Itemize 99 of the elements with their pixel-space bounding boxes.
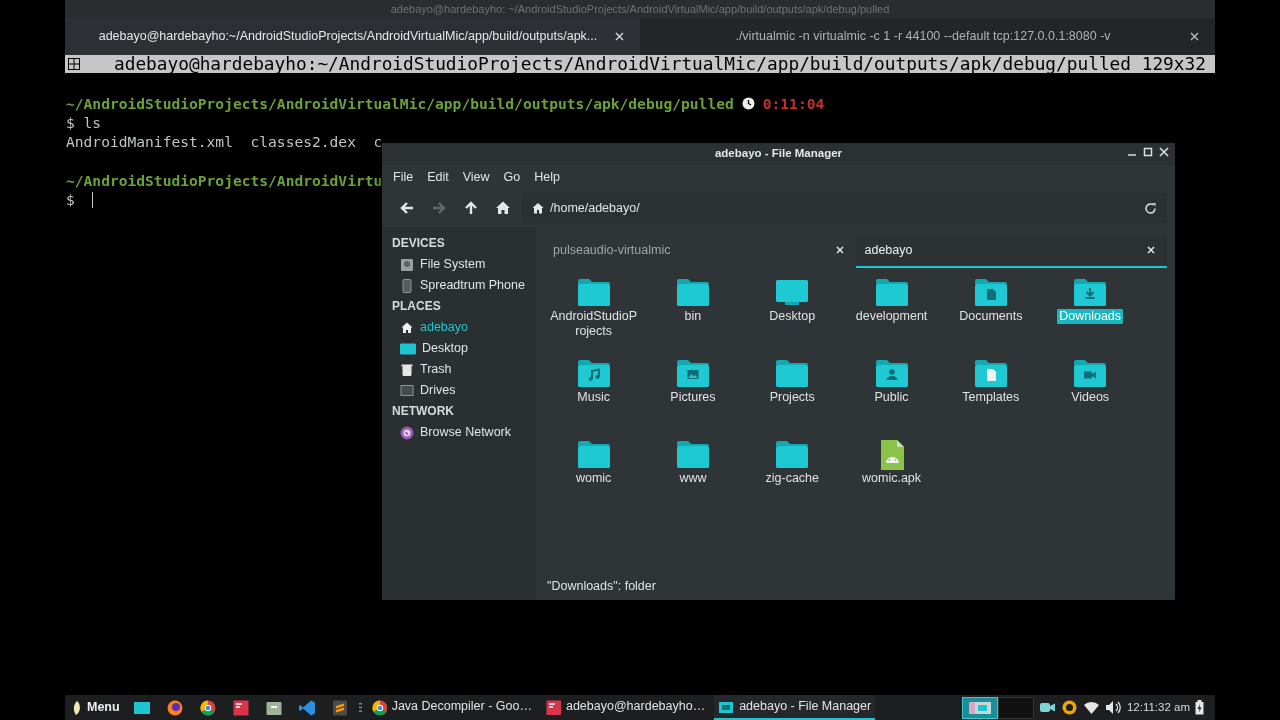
file-label[interactable]: Desktop [767, 309, 818, 324]
file-label[interactable]: womic.apk [860, 471, 924, 486]
menu-item[interactable]: Edit [422, 165, 454, 189]
workspace-button[interactable] [997, 696, 1034, 719]
reload-icon[interactable] [1144, 201, 1157, 215]
prompt-path: ~/AndroidStudioProjects/AndroidVirtualMic/app/build/outputs/apk/debug/pulled [66, 94, 734, 114]
prompt-symbol: $ [66, 189, 75, 210]
file-label[interactable]: www [677, 471, 709, 486]
window-title: adebayo - File Manager [714, 146, 843, 162]
folder-icon [675, 278, 710, 308]
command-line: $ ls [66, 113, 102, 133]
handle-icon [358, 703, 362, 712]
desktop-folder-icon [400, 341, 416, 356]
terminal-tab[interactable]: ./virtualmic -n virtualmic -c 1 -r 44100 --default tcp:127.0.0.1:8080 -v [640, 18, 1215, 55]
back-arrow-icon[interactable] [399, 200, 415, 216]
sidebar-item[interactable]: adebayo [392, 317, 536, 338]
trash-icon [400, 362, 414, 377]
menu-item[interactable]: File [388, 165, 419, 189]
file-label[interactable]: Documents [957, 309, 1025, 324]
document-folder-icon [973, 359, 1008, 389]
pictures-folder-icon [675, 359, 710, 389]
sidebar-item[interactable]: File System [392, 254, 536, 275]
close-icon[interactable] [1190, 32, 1199, 41]
file-label[interactable]: Pictures [668, 390, 718, 405]
chrome-icon [370, 698, 387, 715]
close-icon[interactable] [615, 32, 624, 41]
menu-item[interactable]: Help [529, 165, 565, 189]
sidebar-item[interactable]: Drives [392, 380, 536, 401]
text-cursor [91, 191, 93, 208]
folder-tab[interactable]: pulseaudio-virtualmic [544, 234, 856, 268]
clock-icon [741, 97, 755, 111]
menu-item[interactable]: View [457, 165, 495, 189]
close-icon[interactable] [1159, 147, 1169, 157]
sidebar-item[interactable]: Spreadtrum Phone [392, 275, 536, 296]
file-label[interactable]: zig-cache [763, 471, 821, 486]
phone-icon [400, 278, 414, 293]
menu-button[interactable]: Menu [69, 698, 123, 717]
music-folder-icon [576, 359, 611, 389]
monitor-icon [400, 383, 414, 398]
person-folder-icon [874, 359, 909, 389]
up-arrow-icon[interactable] [463, 200, 479, 216]
home-icon [400, 320, 414, 335]
chrome-icon[interactable] [198, 698, 217, 717]
sidebar-item[interactable]: Trash [392, 359, 536, 380]
folder-icon [874, 278, 909, 308]
text-editor-icon[interactable] [330, 698, 349, 717]
home-icon[interactable] [495, 200, 511, 216]
code-editor-icon[interactable] [297, 698, 316, 717]
clock[interactable]: 12:11:32 am [1126, 698, 1190, 717]
section-heading: DEVICES [392, 235, 446, 252]
workspace-button[interactable] [961, 696, 998, 719]
volume-icon[interactable] [1104, 699, 1122, 716]
wifi-icon[interactable] [1082, 699, 1100, 716]
firefox-icon[interactable] [165, 698, 184, 717]
folder-icon [775, 359, 810, 389]
file-label[interactable]: Templates [960, 390, 1022, 405]
file-label[interactable]: development [853, 309, 930, 324]
ring-icon[interactable] [1060, 699, 1078, 716]
documents-folder-icon [973, 278, 1008, 308]
status-text: "Downloads": folder [546, 578, 657, 595]
sidebar-item[interactable]: Desktop [392, 338, 536, 359]
window-thumbnail-icon [968, 701, 991, 714]
home-icon [532, 202, 544, 214]
file-label[interactable]: Music [575, 390, 612, 405]
grid-icon [68, 58, 80, 70]
folder-icon [775, 440, 810, 470]
drive-icon [400, 257, 414, 272]
task-button[interactable]: adebayo@hardebayho… [540, 695, 710, 720]
elapsed-time: 0:11:04 [762, 94, 825, 114]
location-bar[interactable]: /home/adebayo/ [522, 193, 1167, 223]
battery-icon[interactable] [1195, 700, 1204, 715]
file-label[interactable]: Projects [767, 390, 817, 405]
task-button[interactable]: Java Decompiler - Goo… [366, 695, 536, 720]
output-line: AndroidManifest.xml classes2.dex c [66, 132, 383, 152]
app-icon [544, 698, 561, 715]
folder-icon [576, 440, 611, 470]
video-folder-icon [1073, 359, 1108, 389]
sidebar-item[interactable]: Browse Network [392, 422, 536, 443]
section-heading: NETWORK [392, 403, 455, 420]
file-label[interactable]: bin [682, 309, 704, 324]
downloads-folder-icon [1073, 278, 1108, 308]
file-label[interactable]: Videos [1069, 390, 1112, 405]
file-label[interactable]: womic [573, 471, 614, 486]
prompt-path: ~/AndroidStudioProjects/AndroidVirtu [66, 170, 383, 190]
desktop-folder-icon [775, 278, 810, 308]
maximize-icon[interactable] [1143, 147, 1153, 157]
globe-icon [400, 425, 414, 440]
task-button[interactable]: adebayo - File Manager [714, 695, 876, 720]
app-icon[interactable] [231, 698, 250, 717]
leaf-icon [72, 699, 82, 716]
file-label[interactable]: Public [872, 390, 911, 405]
terminal-title: adebayo@hardebayho:~/AndroidStudioProjects/AndroidVirtualMic/app/build/outputs/apk/debug/pulled 129x32 [114, 55, 1206, 73]
window-title: adebayo@hardebayho: ~/AndroidStudioProjects/AndroidVirtualMic/app/build/outputs/apk/debug/pulled [65, 0, 1215, 18]
terminal-tab[interactable]: adebayo@hardebayho:~/AndroidStudioProjects/AndroidVirtualMic/app/build/outputs/apk... [65, 18, 640, 55]
menu-item[interactable]: Go [498, 165, 526, 189]
folder-icon [675, 440, 710, 470]
file-label[interactable]: AndroidStudioProjects [547, 309, 640, 339]
section-heading: PLACES [392, 298, 442, 315]
folder-icon [576, 278, 611, 308]
